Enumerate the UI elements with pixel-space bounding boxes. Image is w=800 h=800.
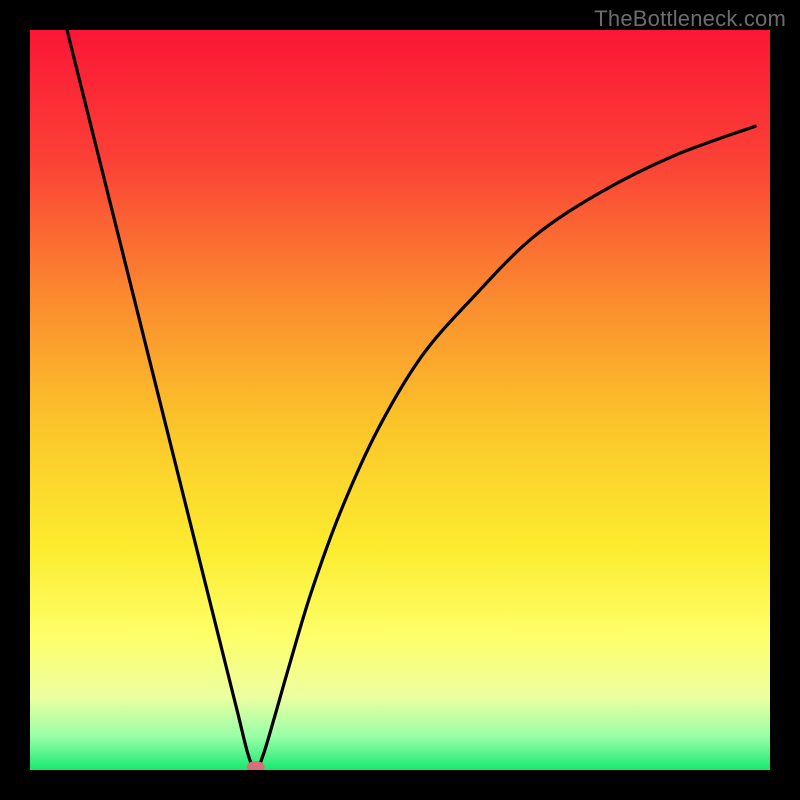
watermark-text: TheBottleneck.com xyxy=(594,6,786,32)
plot-area xyxy=(30,30,770,770)
chart-frame: TheBottleneck.com xyxy=(0,0,800,800)
bottleneck-curve xyxy=(30,30,770,770)
